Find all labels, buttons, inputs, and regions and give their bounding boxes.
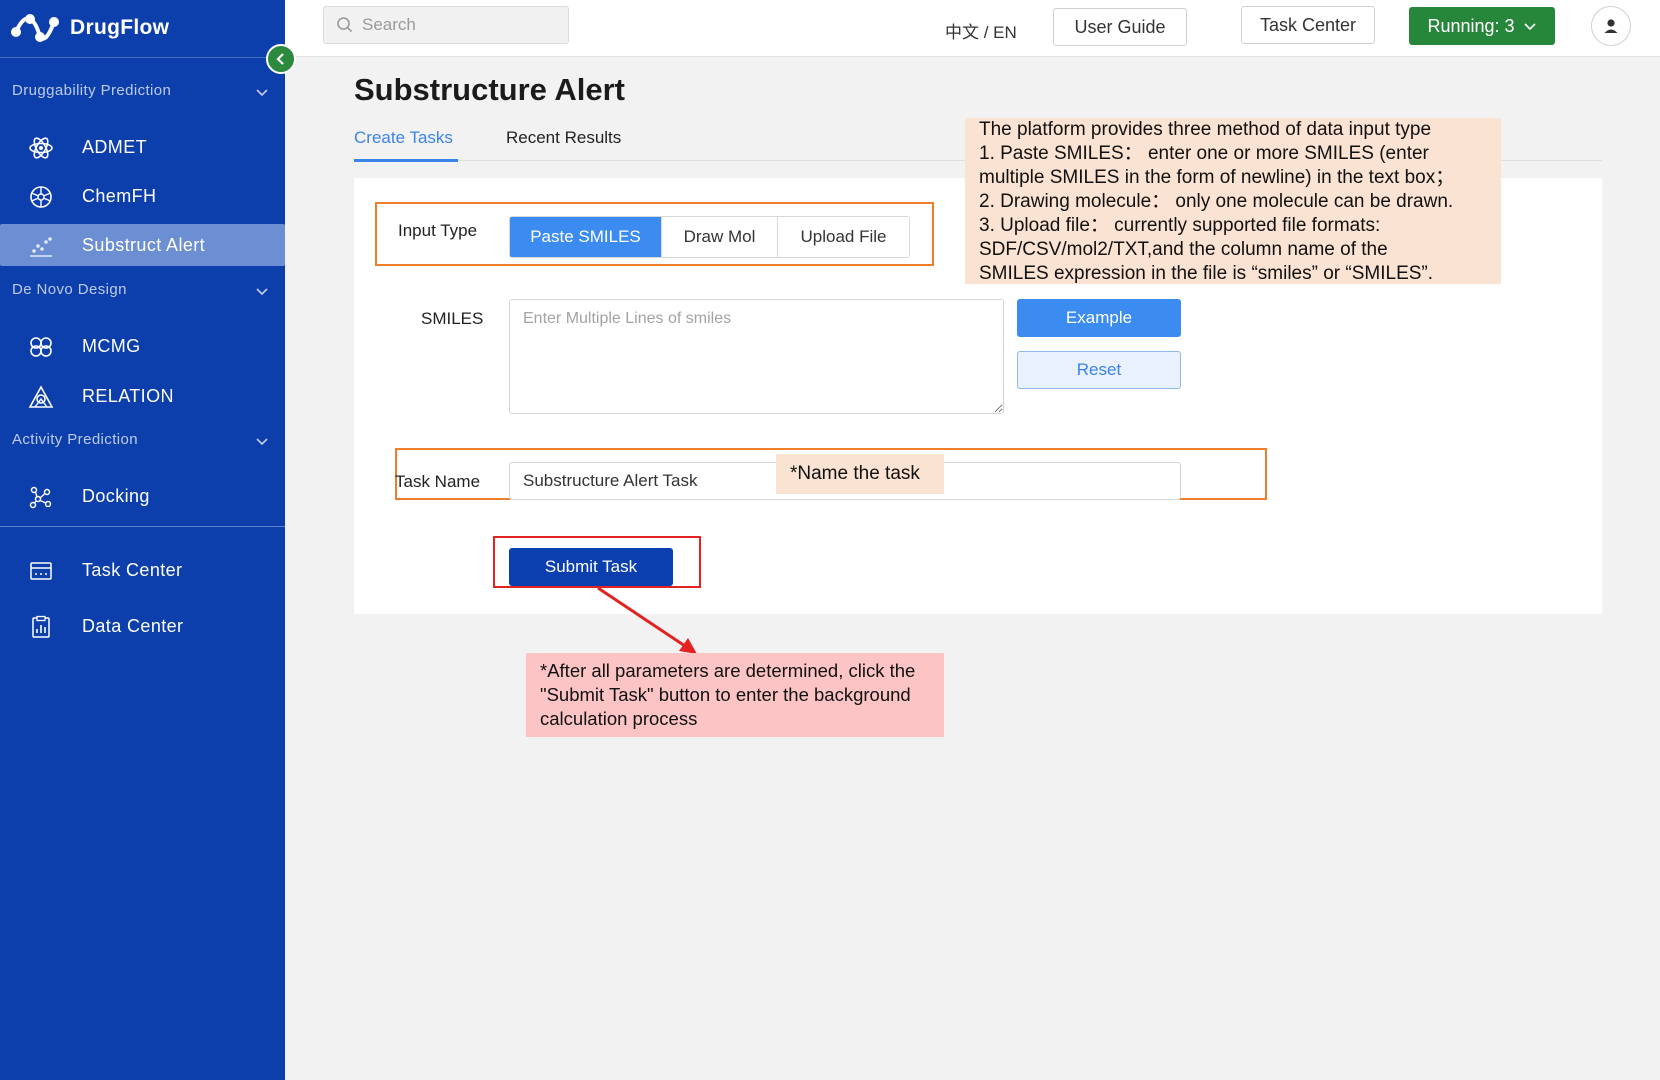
sidebar-item-relation[interactable]: RELATION	[0, 375, 285, 417]
wheel-icon	[30, 186, 52, 208]
note-line: SDF/CSV/mol2/TXT,and the column name of …	[979, 239, 1388, 260]
group-de-novo-design[interactable]: De Novo Design	[12, 281, 127, 298]
sidebar-item-substruct-alert[interactable]: Substruct Alert	[0, 224, 285, 266]
sidebar-item-mcmg[interactable]: MCMG	[0, 325, 285, 367]
clipboard-chart-icon	[32, 615, 50, 638]
chevron-down-icon	[1523, 23, 1536, 31]
app-name: DrugFlow	[70, 16, 170, 39]
search-input[interactable]	[362, 15, 562, 35]
input-type-label: Input Type	[398, 221, 478, 240]
upload-file-option[interactable]: Upload File	[778, 217, 909, 257]
sidebar-item-label: ADMET	[82, 136, 147, 157]
reset-button[interactable]: Reset	[1017, 351, 1181, 389]
running-tasks-label: Running: 3	[1427, 15, 1515, 36]
sidebar-item-task-center[interactable]: Task Center	[0, 549, 285, 591]
example-button[interactable]: Example	[1017, 299, 1181, 337]
task-center-button[interactable]: Task Center	[1241, 6, 1375, 44]
sidebar-item-data-center[interactable]: Data Center	[0, 605, 285, 647]
sidebar-item-label: RELATION	[82, 385, 174, 406]
molecule-icon	[30, 337, 52, 357]
search-box[interactable]	[323, 6, 569, 44]
note-line: 3. Upload file： currently supported file…	[979, 215, 1381, 236]
sidebar-item-label: ChemFH	[82, 185, 157, 206]
task-name-note: *Name the task	[776, 454, 944, 494]
group-activity-prediction[interactable]: Activity Prediction	[12, 431, 138, 448]
top-bar: 中文 / EN User Guide Task Center Running: …	[285, 0, 1660, 57]
user-icon	[1604, 19, 1618, 33]
sidebar-item-admet[interactable]: ADMET	[0, 126, 285, 168]
note-line: 2. Drawing molecule： only one molecule c…	[979, 191, 1454, 212]
sidebar-item-label: Docking	[82, 485, 150, 506]
submit-note: *After all parameters are determined, cl…	[526, 653, 944, 737]
scatter-icon	[30, 237, 52, 257]
relation-icon	[28, 385, 54, 408]
drugflow-logo-icon	[11, 14, 59, 42]
sidebar-item-label: Task Center	[82, 559, 183, 580]
note-line: The platform provides three method of da…	[979, 119, 1432, 140]
sidebar-item-label: MCMG	[82, 335, 141, 356]
sidebar-item-label: Data Center	[82, 615, 184, 636]
note-line: multiple SMILES in the form of newline) …	[979, 167, 1455, 188]
language-switch[interactable]: 中文 / EN	[945, 18, 1017, 43]
atom-icon	[29, 137, 53, 159]
user-guide-button[interactable]: User Guide	[1053, 8, 1187, 46]
page-title: Substructure Alert	[354, 72, 626, 107]
running-tasks-dropdown[interactable]: Running: 3	[1409, 7, 1555, 45]
input-type-segmented: Paste SMILES Draw Mol Upload File	[509, 216, 910, 258]
input-type-note: The platform provides three method of da…	[965, 118, 1501, 284]
task-name-label: Task Name	[395, 472, 481, 491]
sidebar-item-label: Substruct Alert	[82, 234, 206, 255]
sidebar-item-chemfh[interactable]: ChemFH	[0, 175, 285, 217]
chevron-left-icon	[276, 53, 284, 65]
sidebar: DrugFlow Druggability Prediction ADMET C…	[0, 0, 285, 1080]
submit-task-button[interactable]: Submit Task	[509, 548, 673, 586]
active-tab-indicator	[354, 159, 458, 162]
draw-mol-option[interactable]: Draw Mol	[662, 217, 778, 257]
chevron-down-icon[interactable]	[254, 433, 270, 449]
sidebar-item-docking[interactable]: Docking	[0, 475, 285, 517]
avatar[interactable]	[1591, 6, 1631, 46]
chevron-down-icon[interactable]	[254, 283, 270, 299]
tab-create-tasks[interactable]: Create Tasks	[354, 128, 453, 148]
brand[interactable]: DrugFlow	[8, 6, 169, 50]
paste-smiles-option[interactable]: Paste SMILES	[510, 217, 662, 257]
docking-icon	[29, 486, 52, 509]
tab-recent-results[interactable]: Recent Results	[506, 128, 621, 148]
smiles-label: SMILES	[421, 309, 484, 328]
brand-divider	[0, 57, 285, 58]
note-line: SMILES expression in the file is “smiles…	[979, 263, 1434, 284]
search-icon	[337, 17, 353, 33]
group-druggability-prediction[interactable]: Druggability Prediction	[12, 82, 171, 99]
app-root: DrugFlow Druggability Prediction ADMET C…	[0, 0, 1660, 1080]
note-line: 1. Paste SMILES： enter one or more SMILE…	[979, 143, 1429, 164]
chevron-down-icon[interactable]	[254, 84, 270, 100]
smiles-textarea[interactable]	[509, 299, 1004, 414]
sidebar-collapse-button[interactable]	[266, 44, 296, 74]
sidebar-divider	[0, 526, 285, 527]
window-icon	[30, 562, 52, 580]
